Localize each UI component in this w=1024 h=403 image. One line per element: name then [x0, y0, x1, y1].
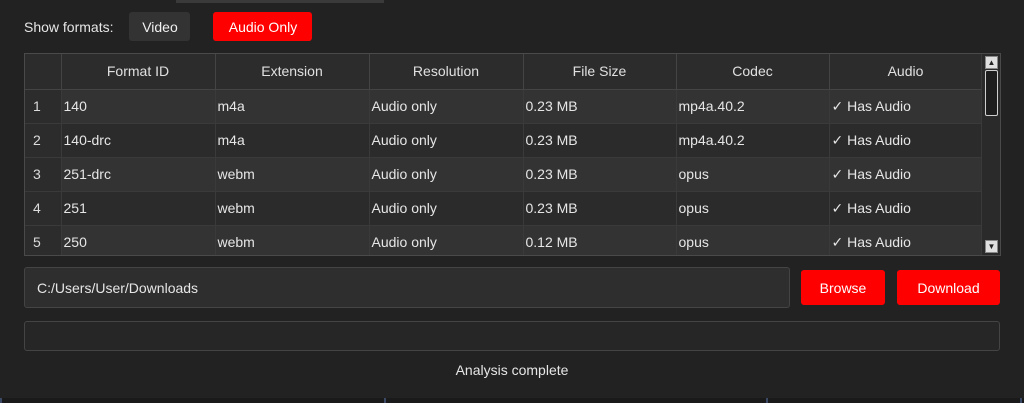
format-id-cell[interactable]: 251-drc [61, 157, 216, 192]
extension-cell[interactable]: webm [215, 191, 370, 226]
file-size-cell[interactable]: 0.23 MB [523, 123, 677, 158]
scroll-up-arrow-icon[interactable]: ▲ [985, 56, 998, 69]
column-header-extension[interactable]: Extension [215, 54, 370, 90]
resolution-cell[interactable]: Audio only [369, 157, 524, 192]
row-number[interactable]: 3 [25, 157, 62, 192]
codec-cell[interactable]: mp4a.40.2 [676, 89, 830, 124]
formats-grid: Format ID Extension Resolution File Size… [25, 54, 983, 255]
window-bottom-edge [0, 398, 1024, 403]
format-id-cell[interactable]: 140-drc [61, 123, 216, 158]
table-vertical-scrollbar[interactable]: ▲ ▼ [981, 54, 1000, 255]
browse-button[interactable]: Browse [801, 270, 885, 305]
codec-cell[interactable]: opus [676, 225, 830, 255]
corner-header[interactable] [25, 54, 62, 90]
audio-cell[interactable]: ✓ Has Audio [829, 225, 983, 255]
codec-cell[interactable]: mp4a.40.2 [676, 123, 830, 158]
resolution-cell[interactable]: Audio only [369, 191, 524, 226]
audio-cell[interactable]: ✓ Has Audio [829, 89, 983, 124]
table-row[interactable]: 3 251-drc webm Audio only 0.23 MB opus ✓… [25, 157, 983, 192]
show-formats-label: Show formats: [24, 18, 114, 35]
scrollbar-thumb[interactable] [985, 70, 998, 116]
extension-cell[interactable]: webm [215, 225, 370, 255]
row-number[interactable]: 5 [25, 225, 62, 255]
table-row[interactable]: 2 140-drc m4a Audio only 0.23 MB mp4a.40… [25, 123, 983, 158]
format-id-cell[interactable]: 250 [61, 225, 216, 255]
file-size-cell[interactable]: 0.23 MB [523, 191, 677, 226]
window-edge [176, 0, 384, 3]
video-filter-button[interactable]: Video [129, 12, 191, 41]
scroll-down-arrow-icon[interactable]: ▼ [985, 240, 998, 253]
file-size-cell[interactable]: 0.12 MB [523, 225, 677, 255]
download-progress-bar [24, 321, 1000, 351]
audio-cell[interactable]: ✓ Has Audio [829, 123, 983, 158]
codec-cell[interactable]: opus [676, 157, 830, 192]
extension-cell[interactable]: m4a [215, 123, 370, 158]
codec-cell[interactable]: opus [676, 191, 830, 226]
format-id-cell[interactable]: 140 [61, 89, 216, 124]
column-header-file-size[interactable]: File Size [523, 54, 677, 90]
extension-cell[interactable]: webm [215, 157, 370, 192]
format-id-cell[interactable]: 251 [61, 191, 216, 226]
resolution-cell[interactable]: Audio only [369, 225, 524, 255]
table-header-row: Format ID Extension Resolution File Size… [25, 54, 983, 90]
row-number[interactable]: 1 [25, 89, 62, 124]
edge-mark [1020, 398, 1022, 403]
row-number[interactable]: 4 [25, 191, 62, 226]
column-header-resolution[interactable]: Resolution [369, 54, 524, 90]
column-header-audio[interactable]: Audio [829, 54, 983, 90]
output-path-field[interactable]: C:/Users/User/Downloads [24, 267, 790, 308]
file-size-cell[interactable]: 0.23 MB [523, 157, 677, 192]
resolution-cell[interactable]: Audio only [369, 123, 524, 158]
status-text: Analysis complete [455, 362, 569, 378]
row-number[interactable]: 2 [25, 123, 62, 158]
table-row[interactable]: 4 251 webm Audio only 0.23 MB opus ✓ Has… [25, 191, 983, 226]
edge-mark [0, 398, 2, 403]
extension-cell[interactable]: m4a [215, 89, 370, 124]
audio-only-filter-button[interactable]: Audio Only [213, 12, 313, 41]
table-row[interactable]: 5 250 webm Audio only 0.12 MB opus ✓ Has… [25, 225, 983, 255]
edge-mark [766, 398, 768, 403]
download-button[interactable]: Download [897, 270, 1000, 305]
audio-cell[interactable]: ✓ Has Audio [829, 157, 983, 192]
column-header-codec[interactable]: Codec [676, 54, 830, 90]
column-header-format-id[interactable]: Format ID [61, 54, 216, 90]
edge-mark [384, 398, 386, 403]
file-size-cell[interactable]: 0.23 MB [523, 89, 677, 124]
resolution-cell[interactable]: Audio only [369, 89, 524, 124]
formats-table: Format ID Extension Resolution File Size… [24, 53, 1001, 256]
table-row[interactable]: 1 140 m4a Audio only 0.23 MB mp4a.40.2 ✓… [25, 89, 983, 124]
audio-cell[interactable]: ✓ Has Audio [829, 191, 983, 226]
format-filter-row: Show formats: Video Audio Only [24, 12, 313, 41]
